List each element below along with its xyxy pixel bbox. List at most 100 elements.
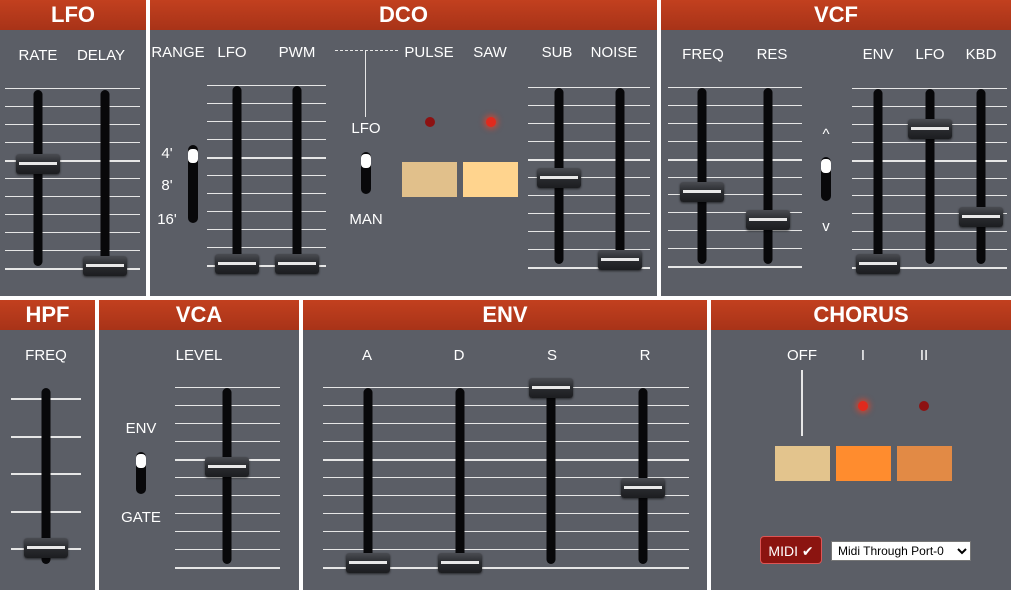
dco-sub-label: SUB (541, 44, 573, 61)
lfo-rate-slider[interactable] (33, 90, 43, 266)
lfo-delay-slider[interactable] (100, 90, 110, 266)
scale-tick (323, 423, 689, 424)
vcf-pol-pos-label: ^ (822, 126, 830, 143)
vcf-env-knob[interactable] (856, 254, 900, 274)
scale-tick (323, 531, 689, 532)
hpf-freq-label: FREQ (25, 347, 67, 364)
vca-gate-label: GATE (121, 509, 161, 526)
chorus-i-button[interactable] (836, 446, 891, 481)
env-d-knob[interactable] (438, 553, 482, 573)
dco-pulse-label: PULSE (404, 44, 454, 61)
vca-env-label: ENV (125, 420, 157, 437)
dco-pwm-switch-knob[interactable] (361, 154, 371, 168)
env-s-knob[interactable] (529, 378, 573, 398)
scale-tick (668, 248, 802, 250)
vcf-section: VCF FREQ RES ENV LFO KBD ^ v (661, 0, 1011, 296)
vcf-env-polarity-knob[interactable] (821, 159, 831, 173)
scale-tick (207, 247, 326, 248)
vcf-res-slider[interactable] (763, 88, 773, 264)
chorus-i-label: I (860, 347, 866, 364)
dco-range-switch[interactable] (188, 145, 198, 223)
env-s-label: S (546, 347, 558, 364)
scale-tick (207, 103, 326, 104)
scale-tick (528, 87, 650, 88)
dco-pwm-label: PWM (278, 44, 316, 61)
lfo-header: LFO (0, 0, 146, 30)
lfo-rate-knob[interactable] (16, 153, 60, 174)
scale-tick (323, 459, 689, 461)
env-d-label: D (453, 347, 465, 364)
scale-tick (5, 178, 140, 179)
dco-saw-label: SAW (473, 44, 507, 61)
scale-tick (668, 140, 802, 142)
scale-tick (207, 193, 326, 194)
dco-lfo-knob[interactable] (215, 254, 259, 274)
dco-pwm-slider[interactable] (292, 86, 302, 264)
vcf-lfo-slider[interactable] (925, 89, 935, 264)
vcf-lfo-label: LFO (915, 46, 945, 63)
hpf-header: HPF (0, 300, 95, 330)
vca-level-knob[interactable] (205, 457, 249, 478)
env-d-slider[interactable] (455, 388, 465, 564)
hpf-section: HPF FREQ (0, 300, 95, 590)
vcf-lfo-knob[interactable] (908, 119, 952, 140)
vcf-header: VCF (661, 0, 1011, 30)
hpf-freq-knob[interactable] (24, 538, 68, 558)
env-r-knob[interactable] (621, 477, 665, 498)
scale-tick (668, 104, 802, 106)
lfo-delay-knob[interactable] (83, 256, 127, 276)
dco-saw-led (486, 117, 496, 127)
scale-tick (207, 211, 326, 212)
vca-mode-switch[interactable] (136, 452, 146, 494)
midi-port-select[interactable]: Midi Through Port-0 (831, 541, 971, 561)
dco-pwm-knob[interactable] (275, 254, 319, 274)
vcf-env-polarity-switch[interactable] (821, 157, 831, 201)
env-r-slider[interactable] (638, 388, 648, 564)
vcf-kbd-knob[interactable] (959, 206, 1003, 227)
dco-noise-label: NOISE (590, 44, 638, 61)
scale-tick (207, 229, 326, 230)
env-header: ENV (303, 300, 707, 330)
dco-noise-knob[interactable] (598, 250, 642, 271)
chorus-ii-button[interactable] (897, 446, 952, 481)
dco-pulse-button[interactable] (402, 162, 457, 197)
scale-tick (5, 250, 140, 251)
dco-lfo-label: LFO (217, 44, 247, 61)
dco-range-switch-knob[interactable] (188, 149, 198, 163)
scale-tick (528, 105, 650, 106)
dco-lfo-slider[interactable] (232, 86, 242, 264)
scale-tick (668, 230, 802, 232)
lfo-rate-label: RATE (18, 47, 58, 64)
vca-mode-knob[interactable] (136, 454, 146, 468)
env-a-slider[interactable] (363, 388, 373, 564)
env-s-slider[interactable] (546, 388, 556, 564)
vcf-kbd-slider[interactable] (976, 89, 986, 264)
dco-header: DCO (150, 0, 657, 30)
dco-sub-knob[interactable] (537, 167, 581, 188)
dco-noise-slider[interactable] (615, 88, 625, 264)
vcf-freq-knob[interactable] (680, 181, 724, 202)
dco-section: DCO RANGE LFO PWM PULSE SAW SUB NOISE 4'… (150, 0, 657, 296)
chorus-header: CHORUS (711, 300, 1011, 330)
vcf-freq-slider[interactable] (697, 88, 707, 264)
scale-tick (323, 387, 689, 388)
vca-level-label: LEVEL (175, 347, 223, 364)
dco-pwm-vline (365, 51, 366, 117)
midi-button[interactable]: MIDI ✔ (760, 536, 822, 564)
scale-tick (207, 121, 326, 122)
env-a-knob[interactable] (346, 553, 390, 573)
dco-pwm-switch[interactable] (361, 152, 371, 194)
vca-header: VCA (99, 300, 299, 330)
chorus-off-button[interactable] (775, 446, 830, 481)
dco-pwm-dashed-line (335, 50, 398, 51)
vcf-freq-label: FREQ (682, 46, 724, 63)
scale-tick (207, 139, 326, 140)
env-section: ENV A D S R (303, 300, 707, 590)
chorus-i-led (858, 401, 868, 411)
dco-range-label: RANGE (151, 44, 205, 61)
vcf-env-slider[interactable] (873, 89, 883, 264)
dco-saw-button[interactable] (463, 162, 518, 197)
vcf-res-knob[interactable] (746, 210, 790, 230)
vcf-kbd-label: KBD (965, 46, 997, 63)
dco-range-4: 4' (161, 145, 173, 162)
